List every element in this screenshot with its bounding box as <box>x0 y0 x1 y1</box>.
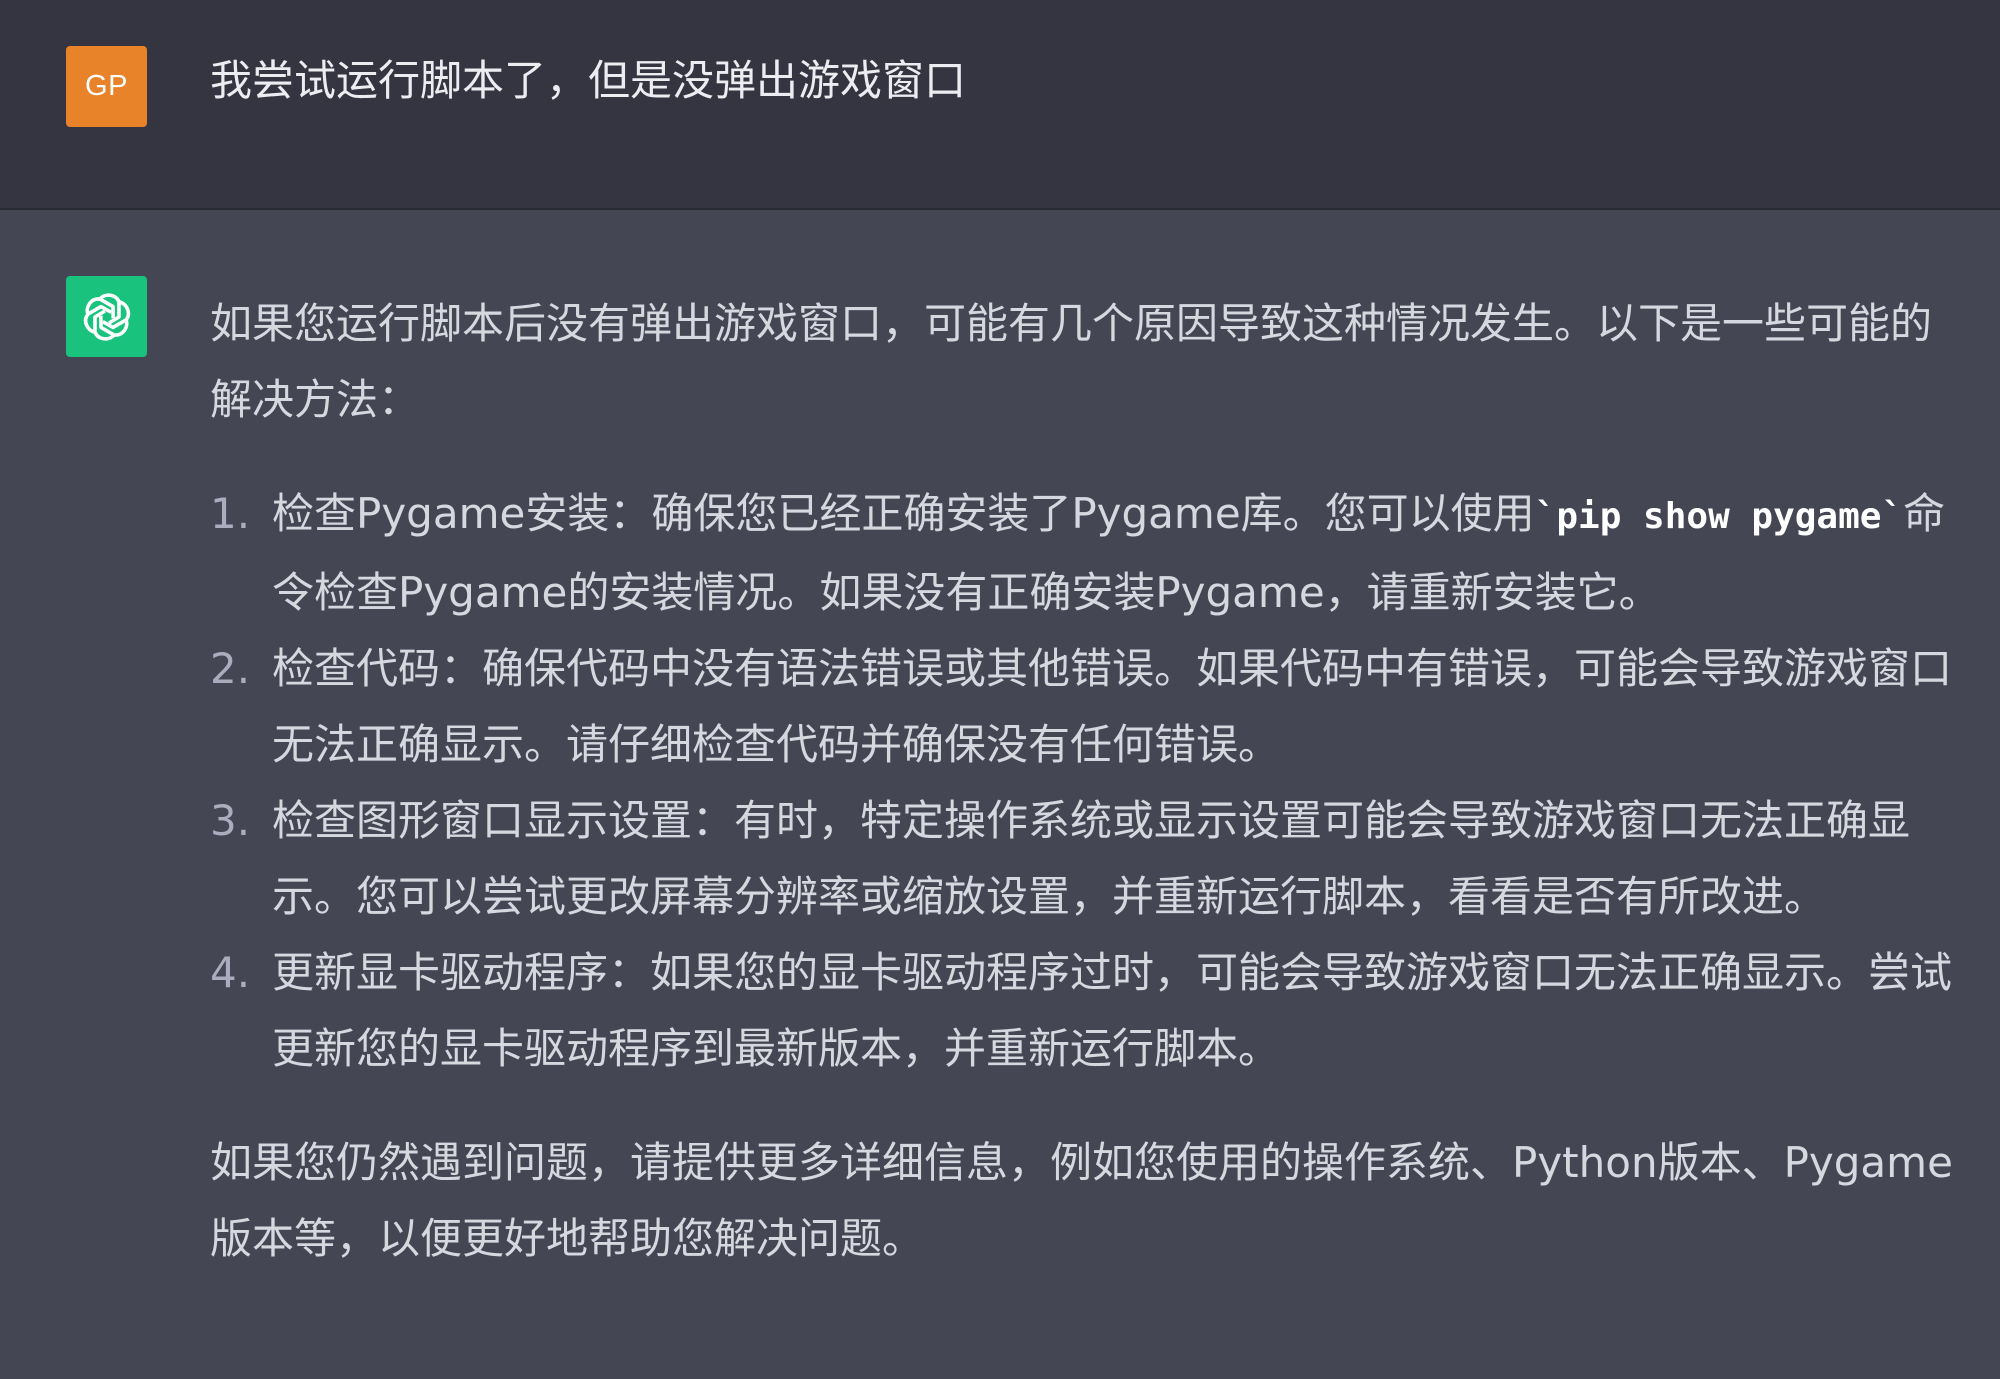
assistant-outro-paragraph: 如果您仍然遇到问题，请提供更多详细信息，例如您使用的操作系统、Python版本、… <box>210 1138 1953 1263</box>
list-item-text: 检查Pygame安装：确保您已经正确安装了Pygame库。您可以使用 <box>272 489 1535 538</box>
list-item: 1. 检查Pygame安装：确保您已经正确安装了Pygame库。您可以使用`pi… <box>210 476 1970 631</box>
user-message-text: 我尝试运行脚本了，但是没弹出游戏窗口 <box>210 56 967 105</box>
assistant-avatar <box>66 276 147 357</box>
list-item: 3. 检查图形窗口显示设置：有时，特定操作系统或显示设置可能会导致游戏窗口无法正… <box>210 783 1970 935</box>
inline-code: `pip show pygame` <box>1534 496 1904 537</box>
list-item-text: 检查代码：确保代码中没有语法错误或其他错误。如果代码中有错误，可能会导致游戏窗口… <box>272 644 1953 769</box>
list-item-text: 更新显卡驱动程序：如果您的显卡驱动程序过时，可能会导致游戏窗口无法正确显示。尝试… <box>272 948 1953 1073</box>
assistant-intro-paragraph: 如果您运行脚本后没有弹出游戏窗口，可能有几个原因导致这种情况发生。以下是一些可能… <box>210 299 1933 424</box>
list-item-number: 2. <box>210 644 251 693</box>
list-item-text: 检查图形窗口显示设置：有时，特定操作系统或显示设置可能会导致游戏窗口无法正确显示… <box>272 796 1911 921</box>
list-item-number: 1. <box>210 489 251 538</box>
user-avatar: GP <box>66 46 147 127</box>
list-item: 2. 检查代码：确保代码中没有语法错误或其他错误。如果代码中有错误，可能会导致游… <box>210 631 1970 783</box>
list-item-number: 3. <box>210 796 251 845</box>
user-avatar-initials: GP <box>85 70 128 102</box>
list-item-number: 4. <box>210 948 251 997</box>
solution-steps-list: 1. 检查Pygame安装：确保您已经正确安装了Pygame库。您可以使用`pi… <box>210 476 1970 1087</box>
list-item: 4. 更新显卡驱动程序：如果您的显卡驱动程序过时，可能会导致游戏窗口无法正确显示… <box>210 935 1970 1087</box>
user-message-row: GP 我尝试运行脚本了，但是没弹出游戏窗口 <box>0 0 2000 210</box>
assistant-message-content: 如果您运行脚本后没有弹出游戏窗口，可能有几个原因导致这种情况发生。以下是一些可能… <box>210 286 1970 1277</box>
chat-page: GP 我尝试运行脚本了，但是没弹出游戏窗口 如果您运行脚本后没有弹出游戏窗口，可… <box>0 0 2000 1379</box>
openai-logo-icon <box>83 292 130 341</box>
assistant-message-row: 如果您运行脚本后没有弹出游戏窗口，可能有几个原因导致这种情况发生。以下是一些可能… <box>0 210 2000 1379</box>
